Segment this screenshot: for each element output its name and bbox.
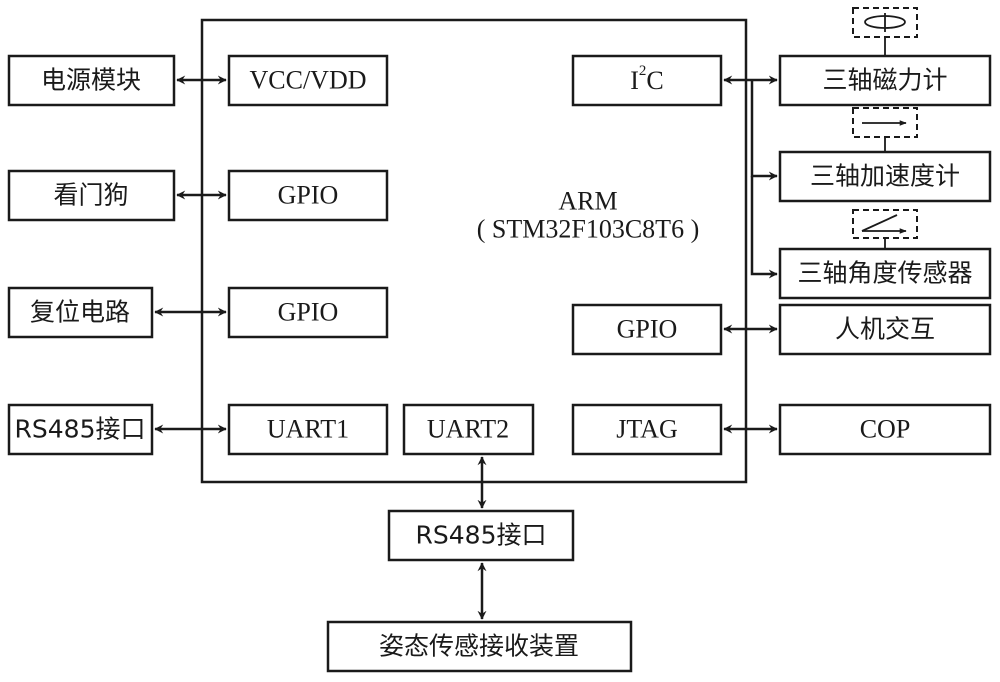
module-magnetometer-label: 三轴磁力计: [822, 66, 947, 95]
module-rs485-left: RS485接口: [7, 403, 154, 456]
bus-i2c-accelerometer: [750, 80, 778, 181]
module-angle-sensor-label: 三轴角度传感器: [797, 259, 972, 288]
port-gpio-label: GPIO: [278, 181, 339, 210]
module-hmi-label: 人机交互: [835, 315, 935, 344]
rotation-axis-icon: [852, 7, 918, 56]
angle-icon: [852, 209, 918, 249]
port-uart1-label: UART1: [267, 415, 349, 444]
port-gpio-watchdog: GPIO: [227, 169, 389, 222]
module-power-label: 电源模块: [41, 66, 141, 95]
linear-arrow-icon: [852, 107, 918, 152]
module-watchdog-label: 看门狗: [53, 181, 128, 210]
module-accelerometer: 三轴加速度计: [778, 150, 992, 203]
module-angle-sensor: 三轴角度传感器: [778, 247, 992, 300]
port-i2c: I2C: [571, 54, 723, 107]
port-uart2: UART2: [402, 403, 535, 456]
bus-i2c-angle-sensor: [750, 176, 778, 279]
module-rs485-label: RS485接口: [15, 415, 146, 444]
port-uart2-label: UART2: [427, 415, 509, 444]
module-power: 电源模块: [7, 54, 176, 107]
port-i2c-label: I2C: [630, 63, 664, 95]
module-receiver: 姿态传感接收装置: [326, 620, 633, 673]
mcu-model: ( STM32F103C8T6 ): [477, 215, 699, 244]
port-jtag-label: JTAG: [616, 415, 677, 444]
port-jtag: JTAG: [571, 403, 723, 456]
module-reset: 复位电路: [7, 286, 154, 339]
mcu-name: ARM: [558, 187, 617, 216]
module-receiver-label: 姿态传感接收装置: [379, 632, 579, 661]
system-block-diagram: ARM ( STM32F103C8T6 ) VCC/VDD GPIO GPIO …: [7, 7, 992, 673]
module-magnetometer: 三轴磁力计: [778, 54, 992, 107]
port-gpio-hmi: GPIO: [571, 303, 723, 356]
module-rs485-bottom-label: RS485接口: [416, 521, 547, 550]
port-gpio-reset: GPIO: [227, 286, 389, 339]
module-hmi: 人机交互: [778, 303, 992, 356]
port-uart1: UART1: [227, 403, 389, 456]
module-cop: COP: [778, 403, 992, 456]
port-vcc-label: VCC/VDD: [249, 66, 366, 95]
module-cop-label: COP: [860, 415, 911, 444]
module-watchdog: 看门狗: [7, 169, 176, 222]
port-gpio-label: GPIO: [278, 298, 339, 327]
module-rs485-bottom: RS485接口: [387, 509, 575, 562]
module-accelerometer-label: 三轴加速度计: [810, 162, 960, 191]
port-vcc: VCC/VDD: [227, 54, 389, 107]
module-reset-label: 复位电路: [30, 298, 130, 327]
port-gpio-label: GPIO: [617, 315, 678, 344]
